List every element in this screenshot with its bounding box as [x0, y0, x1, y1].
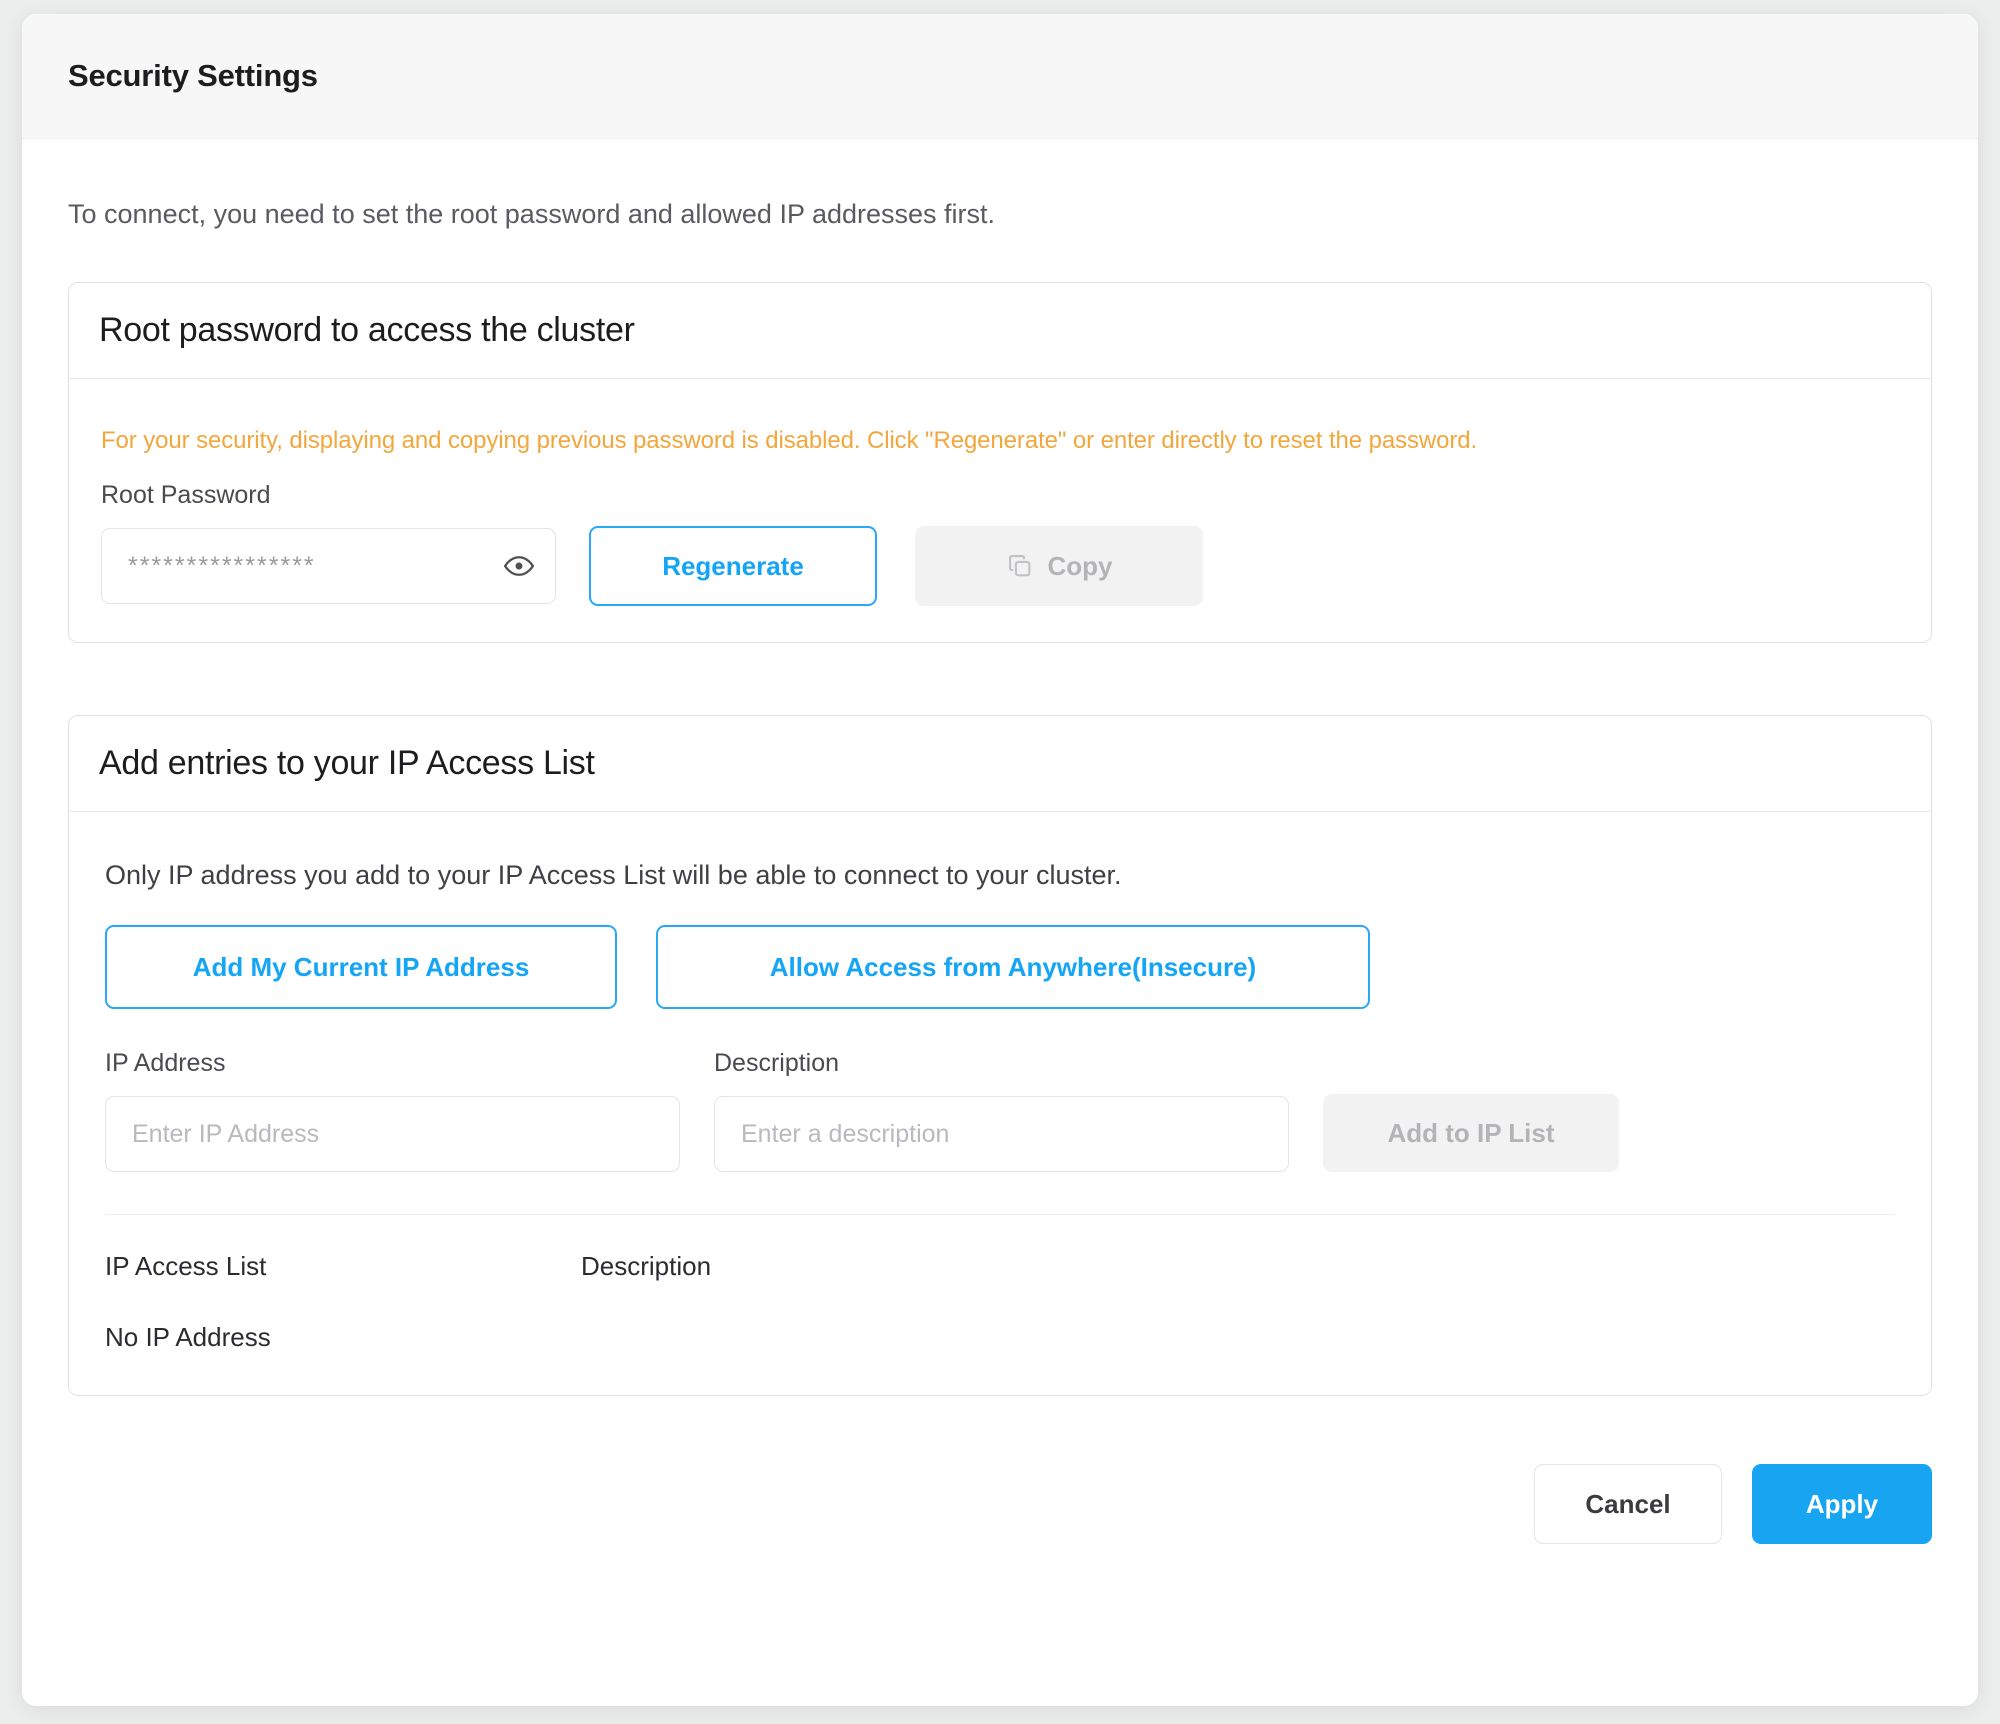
ip-address-label: IP Address: [105, 1049, 226, 1077]
intro-text: To connect, you need to set the root pas…: [68, 199, 996, 229]
ip-access-list-card-header: Add entries to your IP Access List: [69, 716, 1931, 812]
ip-access-list-description: Only IP address you add to your IP Acces…: [105, 860, 1122, 890]
copy-button[interactable]: Copy: [915, 526, 1203, 606]
security-settings-modal: Security Settings To connect, you need t…: [22, 14, 1978, 1706]
ip-quick-action-row: Add My Current IP Address Allow Access f…: [105, 925, 1895, 1009]
description-label: Description: [714, 1049, 840, 1077]
ip-address-field-group: IP Address: [105, 1049, 680, 1172]
copy-icon: [1006, 552, 1034, 580]
modal-body: To connect, you need to set the root pas…: [22, 199, 1978, 1596]
ip-access-list-card: Add entries to your IP Access List Only …: [68, 715, 1932, 1396]
ip-list-column-header-ip: IP Access List: [105, 1251, 267, 1281]
description-input[interactable]: [714, 1096, 1289, 1172]
ip-list-column-header-description: Description: [581, 1251, 712, 1281]
add-to-ip-list-button[interactable]: Add to IP List: [1323, 1094, 1619, 1172]
root-password-card-header: Root password to access the cluster: [69, 283, 1931, 379]
root-password-card: Root password to access the cluster For …: [68, 282, 1932, 643]
ip-entry-form: IP Address Description Add to IP List: [105, 1049, 1895, 1172]
root-password-input[interactable]: [101, 528, 556, 604]
regenerate-button[interactable]: Regenerate: [589, 526, 877, 606]
cancel-button[interactable]: Cancel: [1534, 1464, 1722, 1544]
ip-list-empty-text: No IP Address: [105, 1322, 271, 1352]
apply-button[interactable]: Apply: [1752, 1464, 1932, 1544]
ip-list-divider: [105, 1214, 1895, 1215]
root-password-input-wrap: [101, 528, 556, 604]
root-password-label: Root Password: [101, 481, 271, 509]
ip-address-input[interactable]: [105, 1096, 680, 1172]
password-warning-text: For your security, displaying and copyin…: [101, 427, 1478, 454]
root-password-card-body: For your security, displaying and copyin…: [69, 379, 1931, 642]
ip-access-list-card-body: Only IP address you add to your IP Acces…: [69, 812, 1931, 1395]
root-password-card-title: Root password to access the cluster: [99, 311, 635, 349]
modal-header: Security Settings: [22, 14, 1978, 139]
add-my-current-ip-button[interactable]: Add My Current IP Address: [105, 925, 617, 1009]
allow-access-from-anywhere-button[interactable]: Allow Access from Anywhere(Insecure): [656, 925, 1370, 1009]
eye-icon[interactable]: [502, 549, 536, 583]
page-title: Security Settings: [68, 58, 318, 93]
ip-list-header-row: IP Access List Description: [105, 1251, 1895, 1282]
copy-button-label: Copy: [1047, 550, 1113, 581]
ip-list-empty-row: No IP Address: [105, 1322, 1895, 1353]
modal-footer: Cancel Apply: [68, 1464, 1932, 1596]
root-password-row: Regenerate Copy: [101, 526, 1899, 606]
ip-access-list-card-title: Add entries to your IP Access List: [99, 744, 595, 782]
description-field-group: Description: [714, 1049, 1289, 1172]
